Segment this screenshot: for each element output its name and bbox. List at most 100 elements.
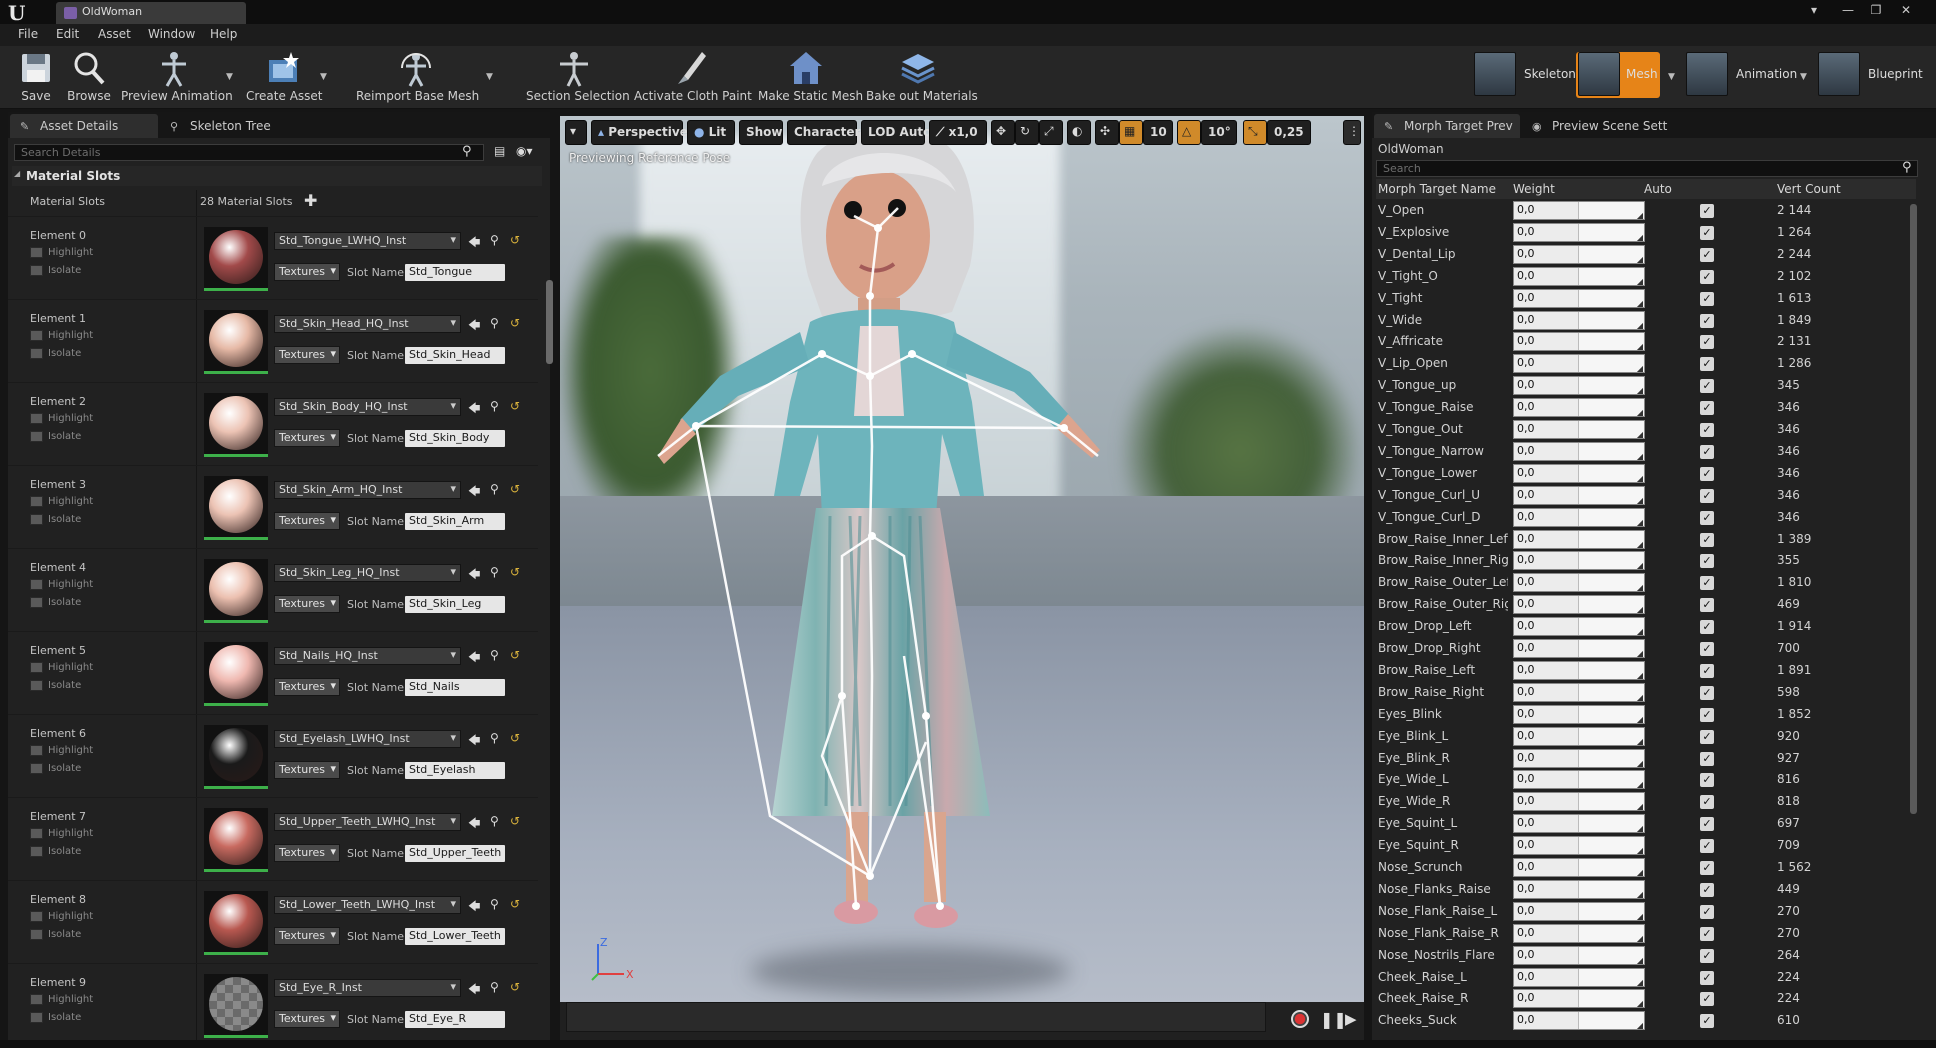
slot-name-input[interactable]: Std_Skin_Leg — [405, 596, 505, 613]
textures-dropdown[interactable]: Textures — [274, 927, 340, 945]
rotate-tool-icon[interactable]: ↻ — [1015, 120, 1039, 145]
auto-checkbox[interactable]: ✓ — [1700, 401, 1714, 416]
slot-name-input[interactable]: Std_Nails — [405, 679, 505, 696]
auto-checkbox[interactable]: ✓ — [1700, 532, 1714, 547]
weight-slider[interactable] — [1578, 924, 1644, 943]
weight-input[interactable]: 0,0 — [1513, 529, 1645, 549]
material-thumbnail[interactable] — [204, 310, 268, 374]
auto-checkbox[interactable]: ✓ — [1700, 948, 1714, 963]
browse-material-icon[interactable]: ⚲ — [490, 316, 499, 330]
weight-slider[interactable] — [1578, 596, 1644, 614]
weight-slider[interactable] — [1578, 552, 1644, 570]
material-dropdown[interactable]: Std_Eyelash_LWHQ_Inst — [274, 730, 461, 748]
weight-slider[interactable] — [1578, 311, 1644, 330]
weight-slider[interactable] — [1578, 1012, 1644, 1030]
maximize-viewport-icon[interactable]: ⋮ — [1343, 120, 1361, 145]
mode-skeleton[interactable]: Skeleton — [1474, 52, 1576, 98]
morph-list-scrollbar[interactable] — [1910, 204, 1917, 814]
auto-checkbox[interactable]: ✓ — [1700, 1014, 1714, 1029]
weight-slider[interactable] — [1578, 223, 1644, 242]
auto-checkbox[interactable]: ✓ — [1700, 225, 1714, 240]
reset-to-default-icon[interactable]: ↺ — [510, 316, 520, 330]
reset-to-default-icon[interactable]: ↺ — [510, 565, 520, 579]
reimport-base-mesh-button[interactable]: Reimport Base Mesh — [356, 50, 479, 108]
bake-out-materials-button[interactable]: Bake out Materials — [866, 50, 978, 108]
material-dropdown[interactable]: Std_Nails_HQ_Inst — [274, 647, 461, 665]
create-asset-button[interactable]: Create Asset — [246, 50, 323, 108]
reset-to-default-icon[interactable]: ↺ — [510, 814, 520, 828]
weight-slider[interactable] — [1578, 267, 1644, 286]
auto-checkbox[interactable]: ✓ — [1700, 291, 1714, 306]
tab-morph-target-preview[interactable]: ✎ Morph Target Prev — [1374, 114, 1520, 138]
weight-slider[interactable] — [1578, 574, 1644, 592]
details-scrollbar[interactable] — [546, 280, 553, 364]
use-selected-arrow-icon[interactable]: 🡄 — [468, 316, 480, 337]
auto-checkbox[interactable]: ✓ — [1700, 729, 1714, 744]
auto-checkbox[interactable]: ✓ — [1700, 707, 1714, 722]
material-dropdown[interactable]: Std_Skin_Body_HQ_Inst — [274, 398, 461, 416]
isolate-checkbox[interactable] — [30, 763, 43, 774]
weight-slider[interactable] — [1578, 355, 1644, 373]
auto-checkbox[interactable]: ✓ — [1700, 926, 1714, 941]
weight-slider[interactable] — [1578, 245, 1644, 264]
weight-input[interactable]: 0,0 — [1513, 266, 1645, 286]
search-icon[interactable]: ⚲ — [462, 144, 472, 159]
slot-name-input[interactable]: Std_Tongue — [405, 264, 505, 281]
weight-input[interactable]: 0,0 — [1513, 551, 1645, 571]
auto-checkbox[interactable]: ✓ — [1700, 335, 1714, 350]
textures-dropdown[interactable]: Textures — [274, 429, 340, 447]
column-header-auto[interactable]: Auto — [1644, 182, 1672, 196]
isolate-checkbox[interactable] — [30, 265, 43, 276]
material-dropdown[interactable]: Std_Upper_Teeth_LWHQ_Inst — [274, 813, 461, 831]
menu-asset[interactable]: Asset — [98, 27, 131, 41]
playback-speed-button[interactable]: ⟋ x1,0 — [929, 120, 987, 145]
rotation-snap-icon[interactable]: △ — [1177, 120, 1201, 145]
weight-input[interactable]: 0,0 — [1513, 310, 1645, 330]
use-selected-arrow-icon[interactable]: 🡄 — [468, 897, 480, 918]
slot-name-input[interactable]: Std_Eye_R — [405, 1011, 505, 1028]
weight-input[interactable]: 0,0 — [1513, 967, 1645, 987]
reset-to-default-icon[interactable]: ↺ — [510, 980, 520, 994]
weight-input[interactable]: 0,0 — [1513, 639, 1645, 658]
weight-slider[interactable] — [1578, 705, 1644, 724]
material-dropdown[interactable]: Std_Skin_Leg_HQ_Inst — [274, 564, 461, 582]
weight-slider[interactable] — [1578, 464, 1644, 483]
feedback-icon[interactable]: ▾ — [1800, 0, 1828, 20]
reimport-dropdown[interactable]: ▼ — [486, 72, 493, 82]
isolate-checkbox[interactable] — [30, 929, 43, 940]
auto-checkbox[interactable]: ✓ — [1700, 204, 1714, 218]
auto-checkbox[interactable]: ✓ — [1700, 882, 1714, 897]
weight-input[interactable]: 0,0 — [1513, 222, 1645, 242]
use-selected-arrow-icon[interactable]: 🡄 — [468, 565, 480, 586]
weight-slider[interactable] — [1578, 859, 1644, 877]
material-dropdown[interactable]: Std_Eye_R_Inst — [274, 979, 461, 997]
animation-mode-dropdown[interactable]: ▼ — [1800, 72, 1807, 82]
use-selected-arrow-icon[interactable]: 🡄 — [468, 399, 480, 420]
weight-input[interactable]: 0,0 — [1513, 792, 1645, 812]
slot-name-input[interactable]: Std_Skin_Arm — [405, 513, 505, 530]
activate-cloth-paint-button[interactable]: Activate Cloth Paint — [634, 50, 752, 108]
auto-checkbox[interactable]: ✓ — [1700, 751, 1714, 766]
material-dropdown[interactable]: Std_Tongue_LWHQ_Inst — [274, 232, 461, 250]
weight-input[interactable]: 0,0 — [1513, 748, 1645, 768]
weight-slider[interactable] — [1578, 880, 1644, 899]
save-button[interactable]: Save — [18, 50, 54, 108]
tab-asset-details[interactable]: ✎ Asset Details — [10, 114, 158, 138]
highlight-checkbox[interactable] — [30, 828, 43, 839]
translate-tool-icon[interactable]: ✥ — [991, 120, 1015, 145]
weight-input[interactable]: 0,0 — [1513, 879, 1645, 899]
material-thumbnail[interactable] — [204, 559, 268, 623]
character-button[interactable]: Character — [787, 120, 860, 145]
textures-dropdown[interactable]: Textures — [274, 263, 340, 281]
auto-checkbox[interactable]: ✓ — [1700, 970, 1714, 985]
auto-checkbox[interactable]: ✓ — [1700, 554, 1714, 569]
slot-name-input[interactable]: Std_Lower_Teeth — [405, 928, 505, 945]
column-header-name[interactable]: Morph Target Name — [1378, 182, 1496, 196]
slot-name-input[interactable]: Std_Skin_Head — [405, 347, 505, 364]
morph-search-input[interactable]: Search — [1376, 160, 1918, 177]
weight-slider[interactable] — [1578, 399, 1644, 417]
browse-button[interactable]: Browse — [66, 50, 112, 108]
document-tab[interactable]: OldWoman — [56, 2, 246, 24]
weight-slider[interactable] — [1578, 202, 1644, 220]
weight-input[interactable]: 0,0 — [1513, 617, 1645, 637]
